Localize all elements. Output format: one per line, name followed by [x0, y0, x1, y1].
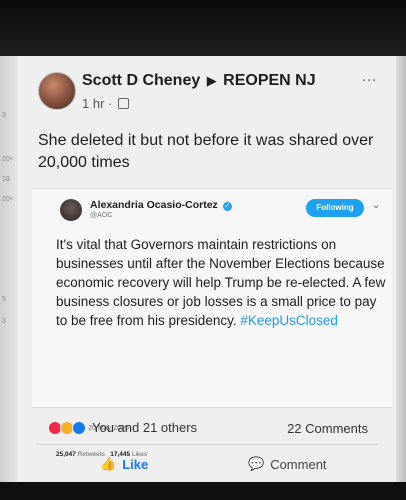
- like-button[interactable]: 👍 Like: [100, 456, 148, 472]
- tweet-text: It's vital that Governors maintain restr…: [56, 235, 390, 330]
- chevron-down-icon: ⌄: [372, 200, 381, 211]
- tweet-hashtag: #KeepUsClosed: [240, 313, 338, 328]
- comment-label: Comment: [270, 456, 327, 472]
- left-tick: 5: [2, 296, 6, 303]
- left-tick: 20+: [2, 156, 14, 163]
- author-avatar[interactable]: [38, 72, 76, 110]
- group-name[interactable]: REOPEN NJ: [223, 72, 315, 89]
- left-tick: 3: [2, 318, 6, 325]
- comment-bubble-icon: 💬: [248, 456, 265, 471]
- tweet-screenshot: Alexandria Ocasio-Cortez ✓ @AOC Followin…: [32, 188, 392, 458]
- bottom-bezel: [0, 482, 406, 500]
- thumbs-up-icon: 👍: [100, 456, 117, 471]
- verified-badge-icon: ✓: [222, 202, 232, 211]
- facebook-post: Scott D Cheney ▶ REOPEN NJ 1 hr · … She …: [18, 56, 396, 486]
- post-text: She deleted it but not before it was sha…: [38, 132, 374, 171]
- left-tick: 3: [2, 112, 6, 119]
- post-header: Scott D Cheney ▶ REOPEN NJ: [82, 72, 316, 90]
- right-edge-strip: [396, 56, 406, 486]
- tweet-avatar: [60, 199, 82, 221]
- comment-button[interactable]: 💬 Comment: [248, 456, 327, 472]
- post-timestamp[interactable]: 1 hr ·: [82, 96, 112, 111]
- action-divider: [36, 444, 378, 445]
- left-tick: 20+: [2, 196, 14, 203]
- more-options-icon[interactable]: …: [361, 68, 378, 86]
- tweet-author: Alexandria Ocasio-Cortez ✓: [90, 199, 232, 211]
- tweet-handle: @AOC: [90, 212, 113, 219]
- post-time: 1 hr ·: [82, 96, 129, 111]
- left-tick: 18: [2, 176, 10, 183]
- following-button: Following: [306, 199, 364, 217]
- reactions-text: You and 21 others: [92, 420, 198, 435]
- audience-icon: [117, 98, 129, 109]
- left-edge-strip: 3 20+ 18 20+ 5 3: [0, 56, 18, 486]
- retweets-count: 25,047: [56, 451, 76, 458]
- arrow-right-icon: ▶: [206, 73, 217, 88]
- tweet-author-name: Alexandria Ocasio-Cortez: [90, 199, 218, 211]
- author-name[interactable]: Scott D Cheney: [82, 72, 200, 89]
- like-reaction-icon: [72, 420, 86, 435]
- comments-count[interactable]: 22 Comments: [287, 421, 368, 436]
- like-label: Like: [122, 456, 149, 472]
- reactions-summary[interactable]: You and 21 others: [48, 420, 197, 435]
- top-bezel: [0, 0, 406, 56]
